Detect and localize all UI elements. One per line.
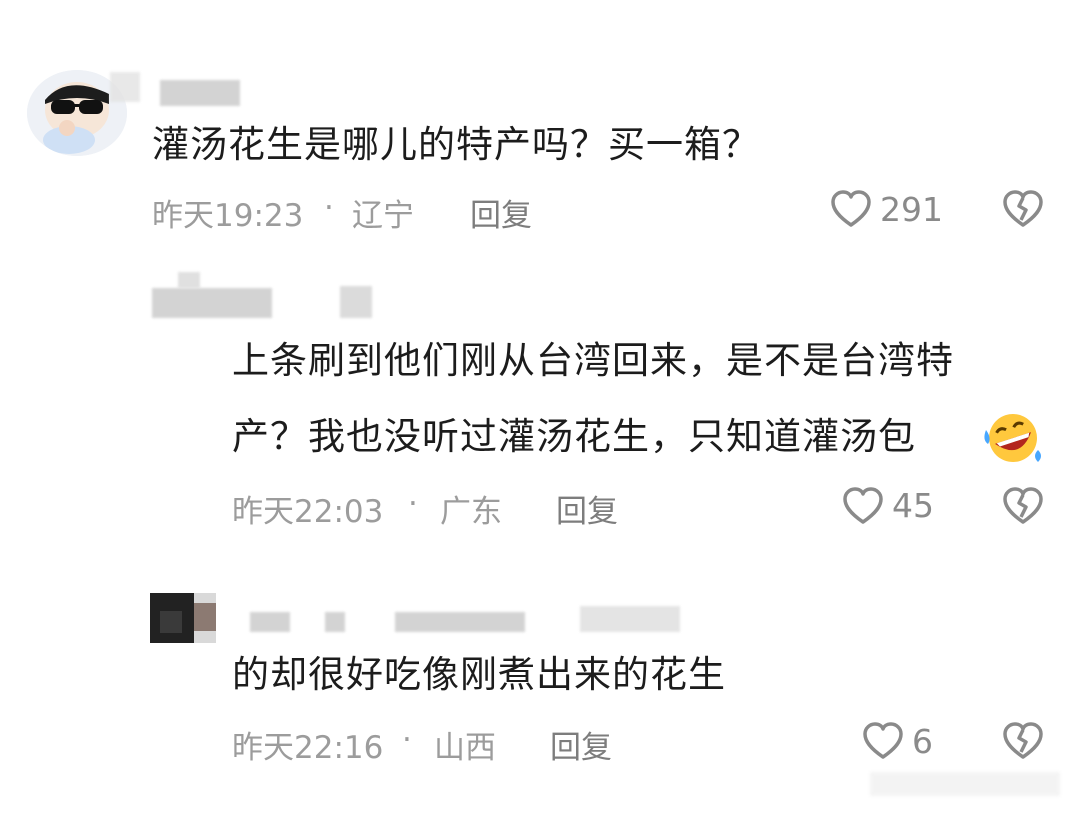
comment-text: 灌汤花生是哪儿的特产吗？买一箱？ — [152, 123, 760, 166]
username-redacted — [250, 612, 290, 632]
broken-heart-icon[interactable] — [1002, 190, 1044, 228]
avatar[interactable] — [150, 593, 216, 643]
username-redacted — [160, 80, 240, 106]
reply-button[interactable]: 回复 — [550, 722, 612, 767]
reply-button[interactable]: 回复 — [470, 190, 532, 235]
username-redacted — [110, 72, 140, 102]
heart-outline-icon[interactable] — [830, 190, 872, 228]
heart-outline-icon[interactable] — [862, 722, 904, 760]
username-redacted — [395, 612, 525, 632]
username-redacted — [580, 606, 680, 632]
comment-text: 上条刷到他们刚从台湾回来，是不是台湾特 — [232, 339, 954, 382]
username-redacted — [152, 288, 272, 318]
broken-heart-icon[interactable] — [1002, 487, 1044, 525]
heart-outline-icon[interactable] — [842, 487, 884, 525]
comment-location: 辽宁 — [352, 198, 414, 234]
comment-location: 广东 — [440, 494, 502, 530]
username-redacted — [325, 612, 345, 632]
meta-separator: · — [402, 722, 412, 758]
reply-button[interactable]: 回复 — [556, 486, 618, 531]
meta-separator: · — [408, 486, 418, 522]
comment-time: 昨天19:23 — [152, 198, 304, 234]
comment-time: 昨天22:03 — [232, 494, 384, 530]
like-count: 45 — [892, 486, 934, 525]
meta-separator: · — [324, 190, 334, 226]
like-count: 291 — [880, 190, 943, 229]
comment-text: 产？我也没听过灌汤花生，只知道灌汤包 — [232, 415, 916, 458]
username-redacted — [340, 286, 372, 318]
comment-location: 山西 — [434, 730, 496, 766]
username-redacted — [178, 272, 200, 288]
rolling-laughing-emoji-icon — [982, 410, 1044, 466]
comment-text: 的却很好吃像刚煮出来的花生 — [232, 653, 726, 696]
broken-heart-icon[interactable] — [1002, 722, 1044, 760]
like-count: 6 — [912, 722, 933, 761]
watermark — [870, 772, 1060, 796]
comment-time: 昨天22:16 — [232, 730, 384, 766]
